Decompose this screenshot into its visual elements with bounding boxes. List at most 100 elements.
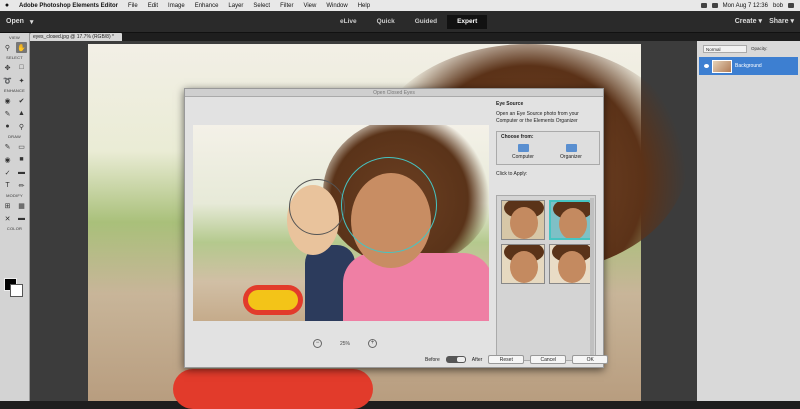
blend-mode-select[interactable]: Normal <box>703 45 747 53</box>
eye-thumbnail[interactable] <box>501 200 545 240</box>
eye-source-heading: Eye Source <box>496 101 524 107</box>
search-icon[interactable] <box>788 3 794 8</box>
reset-button[interactable]: Reset <box>488 355 525 364</box>
computer-button[interactable]: Computer <box>503 144 543 160</box>
eraser-tool-icon[interactable]: ▭ <box>16 141 27 152</box>
preview-toy <box>243 285 303 315</box>
share-button[interactable]: Share ▾ <box>769 17 794 25</box>
tab-guided[interactable]: Guided <box>405 15 447 29</box>
move-tool-icon[interactable]: ✥ <box>2 62 13 73</box>
face-selection-circle-active[interactable] <box>341 157 437 253</box>
tab-expert[interactable]: Expert <box>447 15 488 29</box>
zoom-in-icon[interactable]: + <box>368 339 378 348</box>
apple-menu-icon[interactable]: ● <box>0 2 14 9</box>
ok-button[interactable]: OK <box>572 355 609 364</box>
organizer-button[interactable]: Organizer <box>551 144 591 160</box>
cancel-button[interactable]: Cancel <box>530 355 567 364</box>
section-color: COLOR <box>6 226 23 231</box>
section-view: VIEW <box>8 35 21 40</box>
menu-window[interactable]: Window <box>321 3 352 9</box>
eye-thumbnail[interactable] <box>501 244 545 284</box>
menu-image[interactable]: Image <box>163 3 190 9</box>
section-select: SELECT <box>6 55 23 60</box>
spot-heal-icon[interactable]: ✔ <box>16 95 27 106</box>
brush-tool-icon[interactable]: ✎ <box>2 141 13 152</box>
gradient-tool-icon[interactable]: ■ <box>16 154 27 165</box>
before-after-toggle[interactable] <box>445 356 466 363</box>
marquee-tool-icon[interactable]: □ <box>16 62 27 73</box>
zoom-controls: − 25% + <box>313 339 378 348</box>
content-move-icon[interactable]: ✕ <box>2 213 13 224</box>
layer-name: Background <box>735 63 762 69</box>
sponge-tool-icon[interactable]: ⚲ <box>16 121 27 132</box>
folder-icon <box>517 144 529 152</box>
tab-quick[interactable]: Quick <box>367 15 405 29</box>
menu-file[interactable]: File <box>123 3 143 9</box>
zoom-tool-icon[interactable]: ⚲ <box>2 42 13 53</box>
create-button[interactable]: Create ▾ <box>735 17 762 25</box>
open-label: Open <box>6 18 24 25</box>
wifi-icon[interactable] <box>700 3 707 8</box>
eye-source-panel: Eye Source Open an Eye Source photo from… <box>496 101 600 361</box>
menu-help[interactable]: Help <box>353 3 375 9</box>
background-color[interactable] <box>10 284 23 297</box>
layer-background[interactable]: Background <box>699 57 798 75</box>
clone-stamp-icon[interactable]: ▲ <box>16 108 27 119</box>
tab-elive[interactable]: eLive <box>330 15 367 29</box>
layers-panel: Normal Opacity: Background <box>697 41 800 401</box>
menu-select[interactable]: Select <box>248 3 275 9</box>
menu-enhance[interactable]: Enhance <box>190 3 224 9</box>
menu-app[interactable]: Adobe Photoshop Elements Editor <box>14 3 123 9</box>
hand-tool-icon[interactable]: ✋ <box>16 42 27 53</box>
menu-edit[interactable]: Edit <box>143 3 163 9</box>
organizer-icon <box>565 144 577 152</box>
shape-tool-icon[interactable]: ▬ <box>16 167 27 178</box>
clock[interactable]: Mon Aug 7 12:36 <box>723 3 768 9</box>
open-button[interactable]: Open ▾ <box>6 18 33 26</box>
pencil-tool-icon[interactable]: ✏ <box>16 180 27 191</box>
face-selection-circle[interactable] <box>289 179 345 235</box>
menu-filter[interactable]: Filter <box>275 3 298 9</box>
open-closed-eyes-dialog: Open Closed Eyes − 25% + Eye Source Open… <box>184 88 609 368</box>
preview-image[interactable] <box>193 125 489 321</box>
quick-select-icon[interactable]: ✦ <box>16 75 27 86</box>
thumbnail-scrollbar[interactable] <box>590 198 594 358</box>
type-tool-icon[interactable]: T <box>2 180 13 191</box>
eyedropper-icon[interactable]: ✓ <box>2 167 13 178</box>
document-tab[interactable]: eyes_closed.jpg @ 17.7% (RGB/8) * <box>30 33 122 41</box>
paint-bucket-icon[interactable]: ◉ <box>2 154 13 165</box>
app-topbar: Open ▾ eLive Quick Guided Expert Create … <box>0 11 800 33</box>
opacity-label: Opacity: <box>751 46 768 51</box>
layer-thumbnail <box>712 59 732 73</box>
section-modify: MODIFY <box>6 193 23 198</box>
thumb-face <box>510 207 538 239</box>
eye-icon[interactable] <box>704 64 709 68</box>
eye-source-text: Open an Eye Source photo from your Compu… <box>496 111 579 124</box>
mac-menubar: ● Adobe Photoshop Elements Editor File E… <box>0 0 800 11</box>
eye-tool-icon[interactable]: ◉ <box>2 95 13 106</box>
computer-label: Computer <box>512 154 534 160</box>
toggle-knob <box>456 357 465 362</box>
recompose-tool-icon[interactable]: ▦ <box>16 200 27 211</box>
section-draw: DRAW <box>8 134 21 139</box>
organizer-label: Organizer <box>560 154 582 160</box>
crop-tool-icon[interactable]: ⊞ <box>2 200 13 211</box>
zoom-out-icon[interactable]: − <box>313 339 322 348</box>
lasso-tool-icon[interactable]: ➰ <box>2 75 13 86</box>
eye-thumbnail[interactable] <box>549 200 593 240</box>
after-label: After <box>471 356 483 363</box>
before-label: Before <box>425 356 440 363</box>
choose-from-label: Choose from: <box>501 134 534 140</box>
thumb-face <box>510 251 538 283</box>
blur-tool-icon[interactable]: ● <box>2 121 13 132</box>
menu-layer[interactable]: Layer <box>223 3 248 9</box>
battery-icon[interactable] <box>711 3 718 8</box>
click-to-apply-label: Click to Apply: <box>496 171 528 177</box>
eye-thumbnail[interactable] <box>549 244 593 284</box>
choose-from-box: Choose from: Computer Organizer <box>496 131 600 165</box>
smart-brush-icon[interactable]: ✎ <box>2 108 13 119</box>
user-name[interactable]: bob <box>773 3 783 9</box>
straighten-tool-icon[interactable]: ▬ <box>16 213 27 224</box>
menu-view[interactable]: View <box>298 3 321 9</box>
zoom-value: 25% <box>340 340 351 347</box>
